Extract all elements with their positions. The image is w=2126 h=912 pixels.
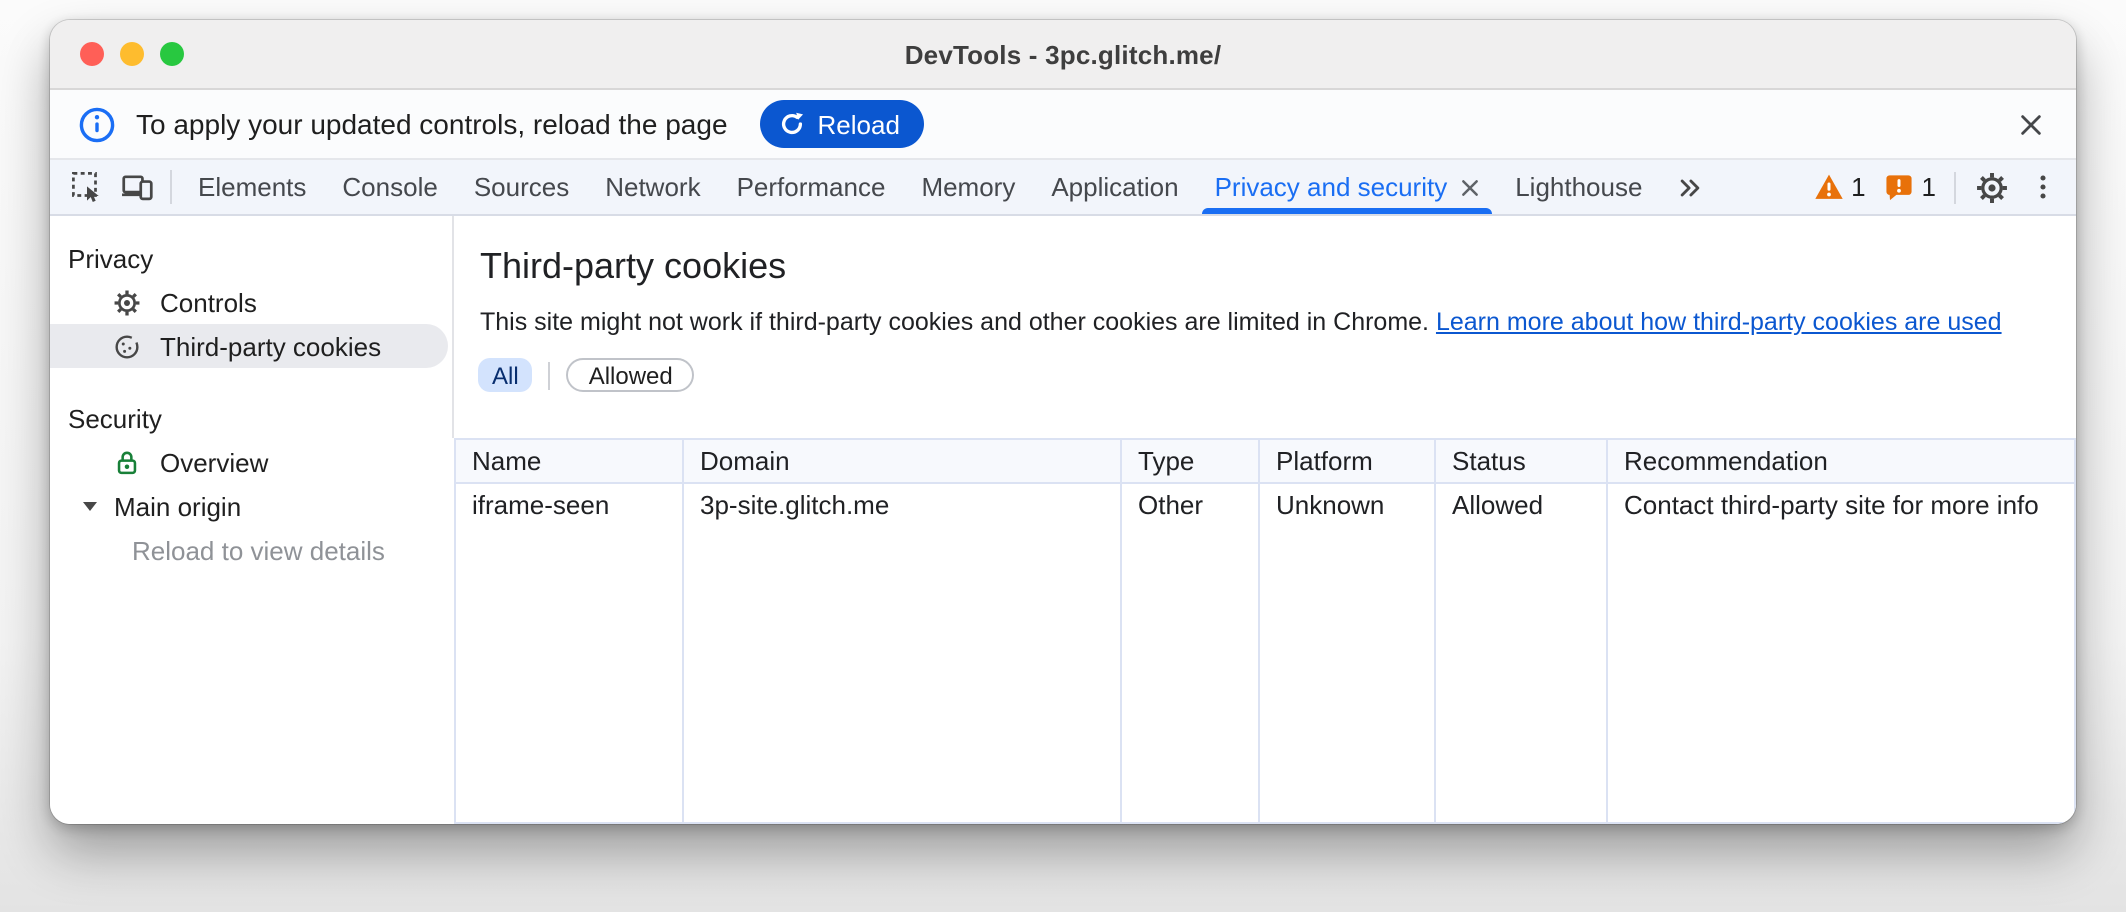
issue-count: 1 (1922, 172, 1936, 202)
sidebar-item-controls[interactable]: Controls (50, 280, 454, 324)
column-header-type[interactable]: Type (1122, 440, 1260, 484)
device-toolbar-icon[interactable] (112, 160, 162, 214)
sidebar-spacer (50, 368, 454, 396)
tab-privacy-and-security[interactable]: Privacy and security (1197, 160, 1498, 214)
table-filler-column (1122, 526, 1260, 822)
tab-network[interactable]: Network (587, 160, 718, 214)
table-filler-column (456, 526, 684, 822)
window-title: DevTools - 3pc.glitch.me/ (905, 39, 1222, 69)
table-filler-column (1260, 526, 1436, 822)
expand-triangle-icon[interactable] (80, 496, 100, 516)
table-cell-type[interactable]: Other (1122, 484, 1260, 526)
table-cell-name[interactable]: iframe-seen (456, 484, 684, 526)
privacy-security-sidebar: Privacy Controls (50, 216, 454, 824)
column-header-recommendation[interactable]: Recommendation (1608, 440, 2076, 484)
inspect-icon[interactable] (62, 160, 112, 214)
titlebar: DevTools - 3pc.glitch.me/ (50, 20, 2076, 90)
info-icon (78, 105, 116, 143)
sidebar-item-label: Controls (160, 287, 257, 317)
tab-lighthouse[interactable]: Lighthouse (1497, 160, 1660, 214)
tab-application[interactable]: Application (1033, 160, 1196, 214)
reload-button[interactable]: Reload (760, 100, 924, 148)
column-header-platform[interactable]: Platform (1260, 440, 1436, 484)
sidebar-item-overview[interactable]: Overview (50, 440, 454, 484)
kebab-menu-icon[interactable] (2028, 172, 2058, 202)
chip-divider (549, 361, 551, 389)
reload-infobar: To apply your updated controls, reload t… (50, 90, 2076, 160)
issues-badge[interactable]: 1 (1884, 172, 1936, 202)
panel-title: Third-party cookies (480, 246, 786, 288)
reload-button-label: Reload (818, 109, 900, 139)
table-filler-column (1608, 526, 2076, 822)
more-tabs-icon[interactable] (1660, 160, 1720, 214)
infobar-message: To apply your updated controls, reload t… (136, 108, 728, 140)
sidebar-header-security: Security (50, 396, 454, 440)
tabbar-divider (1954, 171, 1956, 203)
sidebar-item-label: Overview (160, 447, 268, 477)
table-cell-status[interactable]: Allowed (1436, 484, 1608, 526)
filter-chips: All Allowed (478, 358, 695, 392)
sidebar-item-third-party-cookies[interactable]: Third-party cookies (50, 324, 448, 368)
desktop: DevTools - 3pc.glitch.me/ To apply your … (0, 0, 2126, 912)
infobar-close-icon[interactable] (2012, 106, 2048, 142)
cookie-icon (112, 331, 142, 361)
tab-performance[interactable]: Performance (719, 160, 904, 214)
column-header-name[interactable]: Name (456, 440, 684, 484)
sidebar-item-main-origin[interactable]: Main origin (50, 484, 454, 528)
close-window-button[interactable] (80, 42, 104, 66)
column-header-domain[interactable]: Domain (684, 440, 1122, 484)
learn-more-link[interactable]: Learn more about how third-party cookies… (1436, 308, 2002, 336)
issues-icon (1884, 172, 1914, 202)
cookies-table: Name Domain Type Platform Status Recomme… (454, 438, 2076, 824)
table-filler-column (684, 526, 1122, 822)
third-party-cookies-panel: Third-party cookies This site might not … (454, 216, 2076, 824)
warning-icon (1813, 172, 1843, 202)
table-cell-platform[interactable]: Unknown (1260, 484, 1436, 526)
devtools-body: Privacy Controls (50, 216, 2076, 824)
reload-to-view-details-hint: Reload to view details (50, 528, 454, 572)
filter-all-chip[interactable]: All (478, 358, 533, 392)
sidebar-item-label: Main origin (114, 491, 241, 521)
gear-icon (112, 287, 142, 317)
table-cell-domain[interactable]: 3p-site.glitch.me (684, 484, 1122, 526)
table-cell-recommendation[interactable]: Contact third-party site for more info (1608, 484, 2076, 526)
lock-icon (112, 447, 142, 477)
minimize-window-button[interactable] (120, 42, 144, 66)
devtools-tabbar: Elements Console Sources Network Perform… (50, 160, 2076, 216)
tab-close-icon[interactable] (1459, 177, 1479, 197)
filter-allowed-chip[interactable]: Allowed (567, 358, 695, 392)
tab-elements[interactable]: Elements (180, 160, 324, 214)
settings-gear-icon[interactable] (1974, 169, 2010, 205)
tab-sources[interactable]: Sources (456, 160, 587, 214)
warning-count: 1 (1851, 172, 1865, 202)
reload-icon (778, 110, 806, 138)
traffic-lights (80, 20, 184, 88)
devtools-window: DevTools - 3pc.glitch.me/ To apply your … (50, 20, 2076, 824)
panel-description: This site might not work if third-party … (480, 308, 2002, 336)
table-filler-column (1436, 526, 1608, 822)
column-header-status[interactable]: Status (1436, 440, 1608, 484)
tab-console[interactable]: Console (324, 160, 455, 214)
toolbar-separator (170, 170, 172, 204)
sidebar-item-label: Third-party cookies (160, 331, 381, 361)
tab-memory[interactable]: Memory (903, 160, 1033, 214)
sidebar-header-privacy: Privacy (50, 236, 454, 280)
warnings-badge[interactable]: 1 (1813, 172, 1865, 202)
tabbar-right-group: 1 1 (1813, 160, 2076, 214)
zoom-window-button[interactable] (160, 42, 184, 66)
